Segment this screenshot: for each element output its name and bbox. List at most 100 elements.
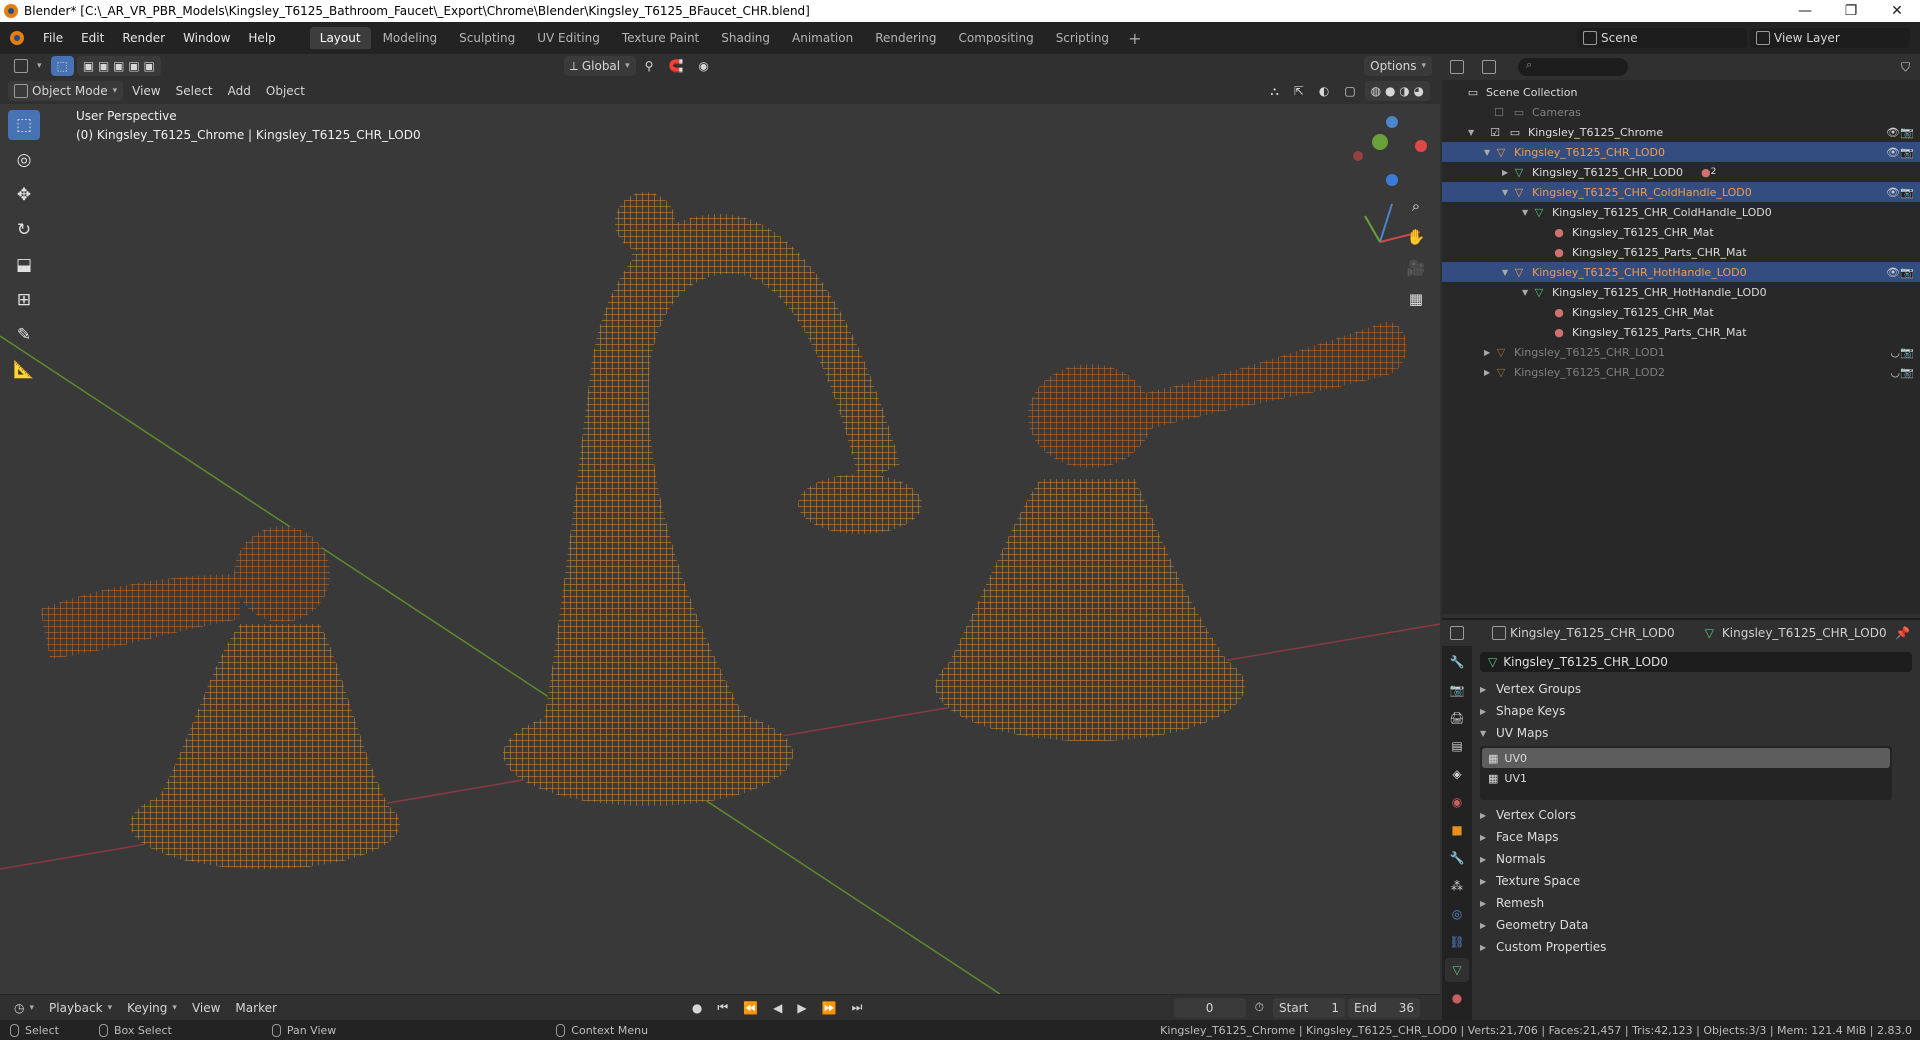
3d-viewport[interactable]: User Perspective (0) Kingsley_T6125_Chro… [0, 104, 1440, 994]
outliner-row-lod1[interactable]: ▶ ▽ Kingsley_T6125_CHR_LOD1 ◡ 📷 [1442, 342, 1920, 362]
select-box-tool-icon[interactable]: ⬚ [8, 110, 40, 140]
output-tab-icon[interactable]: 🖨 [1445, 706, 1469, 730]
outliner-row-lod2[interactable]: ▶ ▽ Kingsley_T6125_CHR_LOD2 ◡ 📷 [1442, 362, 1920, 382]
panel-geometry-data[interactable]: ▶ Geometry Data [1472, 914, 1920, 936]
zoom-icon[interactable]: ⌕ [1402, 192, 1430, 220]
render-camera-icon[interactable]: 📷 [1900, 126, 1914, 139]
play-reverse-icon[interactable]: ◀ [767, 998, 788, 1018]
outliner-row-cameras[interactable]: ☐ ▭ Cameras [1442, 102, 1920, 122]
uv-map-item[interactable]: ▦ UV1 [1482, 768, 1890, 788]
xray-icon[interactable]: ▢ [1338, 81, 1361, 101]
outliner-row-lod0-mesh[interactable]: ▶ ▽ Kingsley_T6125_CHR_LOD0 ● 2 [1442, 162, 1920, 182]
expand-arrow-icon[interactable]: ▼ [1522, 288, 1532, 297]
tab-animation[interactable]: Animation [782, 27, 863, 49]
options-dropdown[interactable]: Options ▾ [1364, 56, 1432, 76]
editor-type-button[interactable]: ▾ [8, 56, 48, 76]
panel-normals[interactable]: ▶ Normals [1472, 848, 1920, 870]
add-workspace-icon[interactable]: + [1120, 29, 1149, 48]
properties-editor-icon[interactable] [1450, 626, 1464, 640]
tab-uv-editing[interactable]: UV Editing [527, 27, 610, 49]
transform-orientation-dropdown[interactable]: ⟂ Global ▾ [563, 56, 636, 76]
scale-tool-icon[interactable]: ⬓ [8, 250, 40, 280]
pan-hand-icon[interactable]: ✋ [1402, 223, 1430, 251]
select-tool-button[interactable]: ⬚ [50, 56, 74, 76]
render-camera-icon[interactable]: 📷 [1900, 266, 1914, 279]
expand-arrow-icon[interactable]: ▼ [1484, 148, 1494, 157]
menu-marker[interactable]: Marker [229, 998, 282, 1018]
render-camera-icon[interactable]: 📷 [1900, 146, 1914, 159]
cursor-tool-icon[interactable]: ◎ [8, 145, 40, 175]
restore-button[interactable]: ❐ [1828, 0, 1874, 22]
view-layer-selector[interactable]: View Layer [1750, 28, 1910, 48]
collapse-arrow-icon[interactable]: ▶ [1484, 348, 1494, 357]
prev-keyframe-icon[interactable]: ⏪ [737, 998, 764, 1018]
hot-handle-mesh[interactable] [935, 321, 1407, 741]
tab-modeling[interactable]: Modeling [373, 27, 448, 49]
data-tab-icon[interactable]: ▽ [1445, 958, 1469, 982]
play-icon[interactable]: ▶ [791, 998, 812, 1018]
tab-texture-paint[interactable]: Texture Paint [612, 27, 709, 49]
eye-icon[interactable]: 👁 [1886, 146, 1900, 159]
tab-scripting[interactable]: Scripting [1046, 27, 1119, 49]
close-button[interactable]: ✕ [1874, 0, 1920, 22]
ortho-grid-icon[interactable]: ▦ [1402, 285, 1430, 313]
render-camera-icon[interactable]: 📷 [1900, 346, 1914, 359]
physics-tab-icon[interactable]: ◎ [1445, 902, 1469, 926]
collapse-arrow-icon[interactable]: ▶ [1484, 368, 1494, 377]
tab-sculpting[interactable]: Sculpting [449, 27, 525, 49]
minimize-button[interactable]: — [1782, 0, 1828, 22]
gizmo-icon[interactable]: ⇱ [1288, 81, 1310, 101]
expand-arrow-icon[interactable]: ▼ [1468, 128, 1478, 137]
transform-tool-icon[interactable]: ⊞ [8, 285, 40, 315]
menu-view[interactable]: View [126, 81, 166, 101]
menu-help[interactable]: Help [239, 31, 284, 45]
checkbox-icon[interactable]: ☐ [1492, 105, 1506, 119]
render-camera-icon[interactable]: 📷 [1900, 186, 1914, 199]
particles-tab-icon[interactable]: ⁂ [1445, 874, 1469, 898]
uv-map-item[interactable]: ▦ UV0 [1482, 748, 1890, 768]
menu-file[interactable]: File [34, 31, 72, 45]
panel-shape-keys[interactable]: ▶ Shape Keys [1472, 700, 1920, 722]
rotate-tool-icon[interactable]: ↻ [8, 215, 40, 245]
menu-keying[interactable]: Keying ▾ [121, 998, 183, 1018]
outliner-row-hothandle-mesh[interactable]: ▼ ▽ Kingsley_T6125_CHR_HotHandle_LOD0 [1442, 282, 1920, 302]
timeline-editor-icon[interactable]: ◷ ▾ [8, 998, 40, 1018]
visibility-icon[interactable]: ⛬ [1264, 81, 1284, 101]
modifier-tab-icon[interactable]: 🔧 [1445, 846, 1469, 870]
render-tab-icon[interactable]: 📷 [1445, 678, 1469, 702]
outliner-row-lod0[interactable]: ▼ ▽ Kingsley_T6125_CHR_LOD0 👁 📷 [1442, 142, 1920, 162]
tab-layout[interactable]: Layout [309, 27, 371, 49]
pin-icon[interactable]: 📌 [1895, 626, 1910, 640]
outliner-row-material[interactable]: ● Kingsley_T6125_Parts_CHR_Mat [1442, 322, 1920, 342]
menu-edit[interactable]: Edit [72, 31, 113, 45]
menu-playback[interactable]: Playback ▾ [43, 998, 118, 1018]
jump-start-icon[interactable]: ⏮ [711, 998, 734, 1018]
outliner-search-input[interactable]: ⌕ [1518, 58, 1628, 76]
annotate-tool-icon[interactable]: ✎ [8, 320, 40, 350]
checkbox-checked-icon[interactable]: ☑ [1488, 125, 1502, 139]
panel-texture-space[interactable]: ▶ Texture Space [1472, 870, 1920, 892]
menu-add[interactable]: Add [222, 81, 257, 101]
outliner-editor-icon[interactable] [1450, 60, 1464, 74]
panel-uv-maps[interactable]: ▼ UV Maps [1472, 722, 1920, 744]
collapse-arrow-icon[interactable]: ▶ [1502, 168, 1512, 177]
preview-range-icon[interactable]: ⏱ [1249, 998, 1270, 1018]
jump-end-icon[interactable]: ⏭ [846, 998, 869, 1018]
scene-selector[interactable]: Scene [1577, 28, 1747, 48]
outliner-row-material[interactable]: ● Kingsley_T6125_Parts_CHR_Mat [1442, 242, 1920, 262]
outliner-row-scene-collection[interactable]: ▭ Scene Collection [1442, 82, 1920, 102]
outliner-row-hothandle[interactable]: ▼ ▽ Kingsley_T6125_CHR_HotHandle_LOD0 👁 📷 [1442, 262, 1920, 282]
constraints-tab-icon[interactable]: ⛓ [1445, 930, 1469, 954]
menu-object[interactable]: Object [260, 81, 311, 101]
current-frame-field[interactable]: 0 [1173, 997, 1246, 1018]
mesh-name-field[interactable]: ▽ Kingsley_T6125_CHR_LOD0 [1480, 652, 1912, 672]
tool-tab-icon[interactable]: 🔧 [1445, 650, 1469, 674]
outliner-row-coldhandle[interactable]: ▼ ▽ Kingsley_T6125_CHR_ColdHandle_LOD0 👁… [1442, 182, 1920, 202]
start-frame-field[interactable]: Start 1 [1273, 997, 1345, 1018]
menu-select[interactable]: Select [170, 81, 219, 101]
end-frame-field[interactable]: End 36 [1348, 997, 1420, 1018]
cold-handle-mesh[interactable] [40, 526, 400, 869]
panel-vertex-colors[interactable]: ▶ Vertex Colors [1472, 804, 1920, 826]
panel-custom-properties[interactable]: ▶ Custom Properties [1472, 936, 1920, 958]
expand-arrow-icon[interactable]: ▼ [1522, 208, 1532, 217]
